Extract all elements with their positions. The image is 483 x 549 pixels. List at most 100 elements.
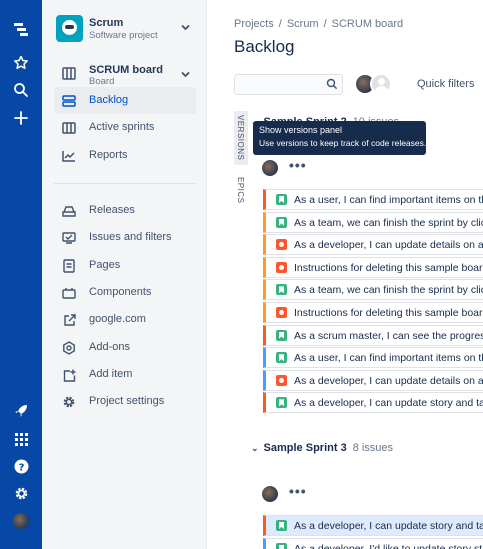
sidebar-item-reports[interactable]: Reports (54, 142, 196, 169)
sprint-header[interactable]: ⌄ Sample Sprint 3 8 issues (251, 442, 393, 454)
sidebar-item-label: Backlog (89, 94, 129, 106)
versions-tooltip: Show versions panel Use versions to keep… (253, 121, 426, 155)
project-switcher[interactable]: Scrum Software project (56, 14, 201, 46)
unassigned-avatar-filter[interactable] (370, 73, 392, 95)
issue-row[interactable]: Instructions for deleting this sample bo… (263, 302, 483, 323)
project-sidebar: Scrum Software project SCRUM board Board… (42, 0, 207, 549)
active-sprints-icon (61, 120, 77, 136)
jira-logo-icon[interactable] (10, 19, 32, 41)
assignee-avatar[interactable] (262, 486, 278, 502)
breadcrumb-projects[interactable]: Projects (234, 18, 274, 30)
app-switcher-icon[interactable] (10, 428, 32, 450)
issue-row[interactable]: As a user, I can find important items on… (263, 347, 483, 369)
more-actions-icon[interactable]: ••• (289, 483, 307, 499)
backlog-icon (61, 93, 77, 109)
add-item-icon (61, 367, 77, 383)
star-icon[interactable] (10, 52, 32, 74)
chevron-down-icon[interactable] (181, 23, 190, 34)
sidebar-item-issues-and-filters[interactable]: Issues and filters (54, 224, 196, 251)
tooltip-title: Show versions panel (259, 125, 343, 135)
profile-avatar[interactable] (10, 510, 32, 532)
board-switcher[interactable]: SCRUM board Board (56, 62, 201, 88)
sidebar-item-add-item[interactable]: Add item (54, 361, 196, 388)
search-icon (326, 78, 338, 93)
bug-icon (276, 239, 287, 251)
story-icon (276, 397, 287, 409)
issue-row[interactable]: As a team, we can finish the sprint by c… (263, 279, 483, 301)
story-icon (276, 520, 287, 531)
sidebar-item-label: Pages (89, 259, 121, 271)
sprint-name: Sample Sprint 3 (263, 442, 347, 454)
search-input[interactable] (234, 74, 343, 95)
sidebar-item-backlog[interactable]: Backlog (54, 87, 196, 114)
gear-icon (61, 394, 77, 410)
chevron-down-icon[interactable] (181, 70, 190, 81)
bug-icon (276, 374, 287, 386)
main-content: Projects / Scrum / SCRUM board Backlog Quick… (207, 0, 483, 549)
more-actions-icon[interactable]: ••• (289, 157, 307, 173)
board-name: SCRUM board (89, 64, 163, 76)
issue-summary: As a team, we can finish the sprint by c… (294, 216, 483, 229)
story-icon (276, 352, 287, 364)
issue-summary: Instructions for deleting this sample bo… (294, 307, 483, 319)
sidebar-item-active-sprints[interactable]: Active sprints (54, 114, 196, 141)
versions-tab-label: VERSIONS (236, 115, 245, 161)
svg-text:?: ? (18, 462, 24, 473)
versions-tab[interactable]: VERSIONS (234, 111, 248, 165)
sidebar-item-pages[interactable]: Pages (54, 252, 196, 279)
external-link-icon (61, 312, 77, 328)
story-icon (276, 216, 287, 228)
epics-tab[interactable]: EPICS (234, 173, 248, 209)
sidebar-item-label: Releases (89, 204, 135, 216)
issue-row[interactable]: As a user, I can find important items on… (263, 189, 483, 210)
sidebar-item-project-settings[interactable]: Project settings (54, 388, 196, 415)
issue-row[interactable]: As a developer, I can update story and t… (263, 392, 483, 414)
sidebar-item-label: Active sprints (89, 121, 155, 133)
tooltip-body: Use versions to keep track of code relea… (259, 138, 427, 148)
issue-row[interactable]: As a developer, I can update details on … (263, 234, 483, 256)
sidebar-item-label: Issues and filters (89, 231, 172, 243)
sidebar-item-label: Add item (89, 368, 133, 380)
pages-icon (61, 258, 77, 274)
issue-row[interactable]: As a developer, I'd like to update story… (263, 537, 483, 549)
breadcrumb: Projects / Scrum / SCRUM board (234, 18, 404, 30)
sidebar-item-google[interactable]: google.com (54, 306, 196, 333)
issue-summary: As a developer, I can update details on … (294, 239, 483, 252)
breadcrumb-scrum[interactable]: Scrum (287, 18, 319, 30)
sidebar-item-components[interactable]: Components (54, 279, 196, 306)
breadcrumb-board[interactable]: SCRUM board (332, 18, 404, 30)
epics-tab-label: EPICS (236, 177, 245, 204)
issue-row[interactable]: As a developer, I can update story and t… (263, 515, 483, 536)
rocket-icon[interactable] (10, 400, 32, 422)
page-title: Backlog (234, 37, 295, 56)
project-avatar (56, 15, 83, 42)
issue-row[interactable]: As a scrum master, I can see the progres… (263, 324, 483, 346)
help-icon[interactable]: ? (10, 455, 32, 477)
create-plus-icon[interactable] (10, 107, 32, 129)
issue-summary: As a developer, I can update details on … (294, 374, 483, 387)
releases-icon (61, 203, 77, 219)
issues-filters-icon (61, 230, 77, 246)
issue-summary: As a developer, I'd like to update story… (294, 542, 483, 549)
search-icon[interactable] (10, 79, 32, 101)
sidebar-item-label: Add-ons (89, 341, 130, 353)
sidebar-item-label: Project settings (89, 395, 165, 407)
issue-row[interactable]: Instructions for deleting this sample bo… (263, 256, 483, 278)
story-icon (276, 542, 287, 549)
components-icon (61, 285, 77, 301)
quick-filters-label: Quick filters (417, 78, 475, 90)
bug-icon (276, 261, 287, 273)
sidebar-item-releases[interactable]: Releases (54, 197, 196, 224)
quick-filters-dropdown[interactable]: Quick filters (417, 78, 483, 90)
issue-summary: As a user, I can find important items on… (294, 352, 483, 365)
issue-summary: As a developer, I can update story and t… (294, 520, 483, 532)
sidebar-item-label: Components (89, 286, 152, 298)
issue-row[interactable]: As a team, we can finish the sprint by c… (263, 211, 483, 233)
issue-summary: As a team, we can finish the sprint by c… (294, 284, 483, 297)
sidebar-item-add-ons[interactable]: Add-ons (54, 334, 196, 361)
issue-row[interactable]: As a developer, I can update details on … (263, 369, 483, 391)
assignee-avatar[interactable] (262, 160, 278, 176)
issue-summary: As a scrum master, I can see the progres… (294, 329, 483, 342)
sprint-issue-count: 8 issues (352, 442, 394, 454)
settings-icon[interactable] (10, 482, 32, 504)
